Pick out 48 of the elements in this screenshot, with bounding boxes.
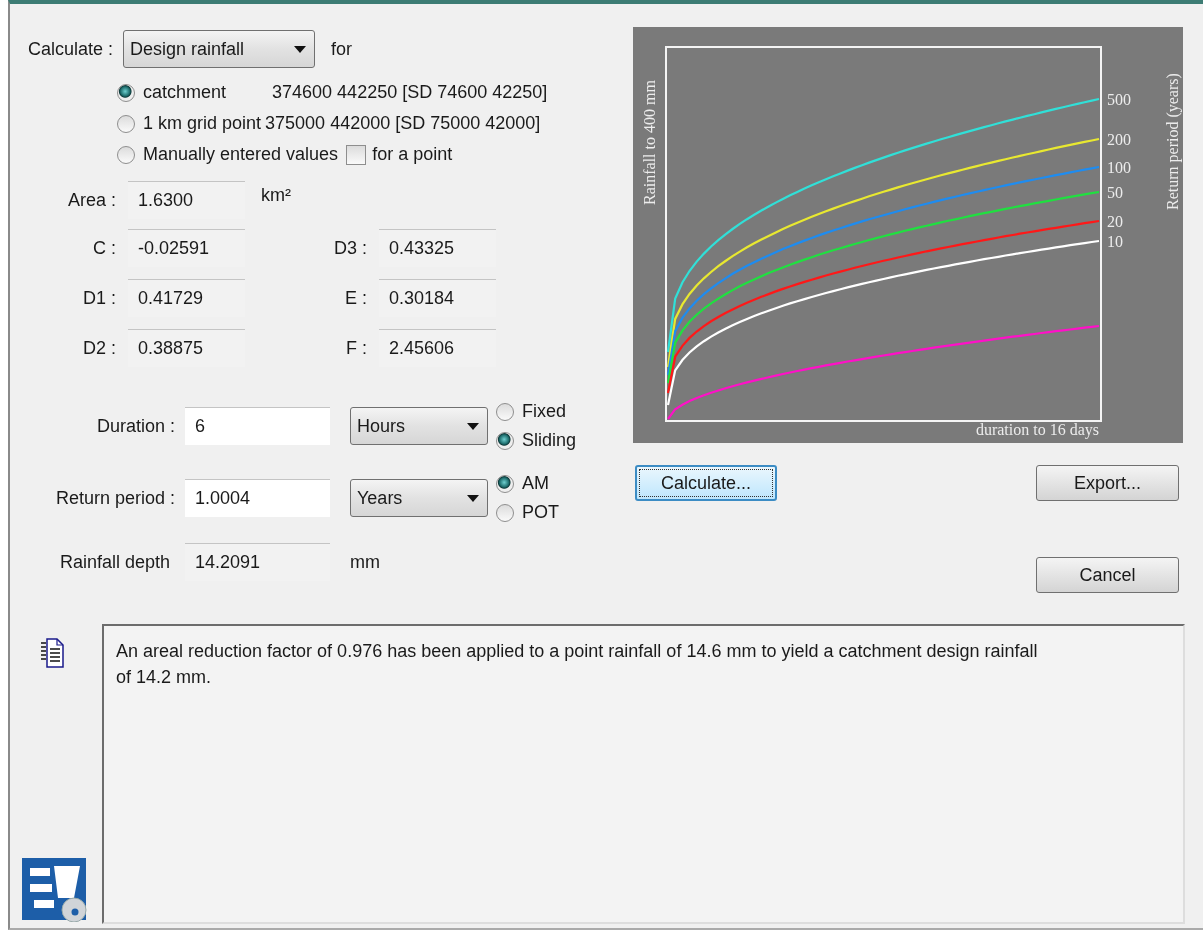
parameter-label: D2 : [82,337,116,359]
parameter-label: D1 : [82,287,116,309]
coordinates-text: 374600 442250 [SD 74600 42250] [272,82,548,103]
option-radio[interactable]: AM [496,473,559,494]
unit-label: km² [261,185,291,206]
location-radio[interactable]: catchment [117,82,227,103]
unit-dropdown[interactable]: Hours [350,407,488,445]
cancel-button[interactable]: Cancel [1036,557,1179,593]
parameter-label: E : [344,287,367,309]
document-icon [40,638,64,668]
unit-dropdown[interactable]: Years [350,479,488,517]
for-label: for [331,38,353,60]
return-period-label: 200 [1107,131,1131,148]
return-period-label: 100 [1107,159,1131,176]
calculate-label: Calculate : [28,38,114,60]
option-radio[interactable]: Sliding [496,430,577,451]
caret-icon [467,422,479,430]
caret-icon [467,494,479,502]
y-axis-title: Rainfall to 400 mm [641,80,658,205]
legend-title: Return period (years) [1164,73,1181,210]
location-radio[interactable]: Manually entered values [117,144,339,165]
return-period-field[interactable]: 1.0004 [185,479,330,517]
option-radio[interactable]: POT [496,502,559,523]
caret-icon [294,45,307,53]
return-period-label: 500 [1107,91,1131,108]
return-period-label: 20 [1107,213,1123,230]
field-label: Rainfall depth [58,551,170,573]
calculate-button[interactable]: Calculate... [635,465,777,501]
return-period-label: 50 [1107,184,1123,201]
message-text: An areal reduction factor of 0.976 has been applied to a point rainfall of 14.6 mm to yield a catchment design rainfall of 14.2 mm. [116,641,1038,687]
parameter-label: F : [345,337,367,359]
coordinates-text: 375000 442000 [SD 75000 42000] [265,113,541,134]
location-radio[interactable]: 1 km grid point [117,113,262,134]
unit-label: mm [350,551,380,573]
field-label: Area : [66,189,116,211]
point-checkbox[interactable] [346,144,367,165]
app-logo-icon [22,858,88,922]
x-axis-title: duration to 16 days [975,421,1099,438]
export-button[interactable]: Export... [1036,465,1179,501]
duration-field[interactable]: 6 [185,407,330,445]
parameter-label: D3 : [333,237,367,259]
return-period-label: 10 [1107,233,1123,250]
option-radio[interactable]: Fixed [496,401,577,422]
checkbox-label: for a point [372,144,453,165]
field-label: Duration : [95,415,175,437]
calculation-dropdown[interactable]: Design rainfall [123,30,316,68]
field-label: Return period : [54,487,175,509]
parameter-label: C : [92,237,116,259]
